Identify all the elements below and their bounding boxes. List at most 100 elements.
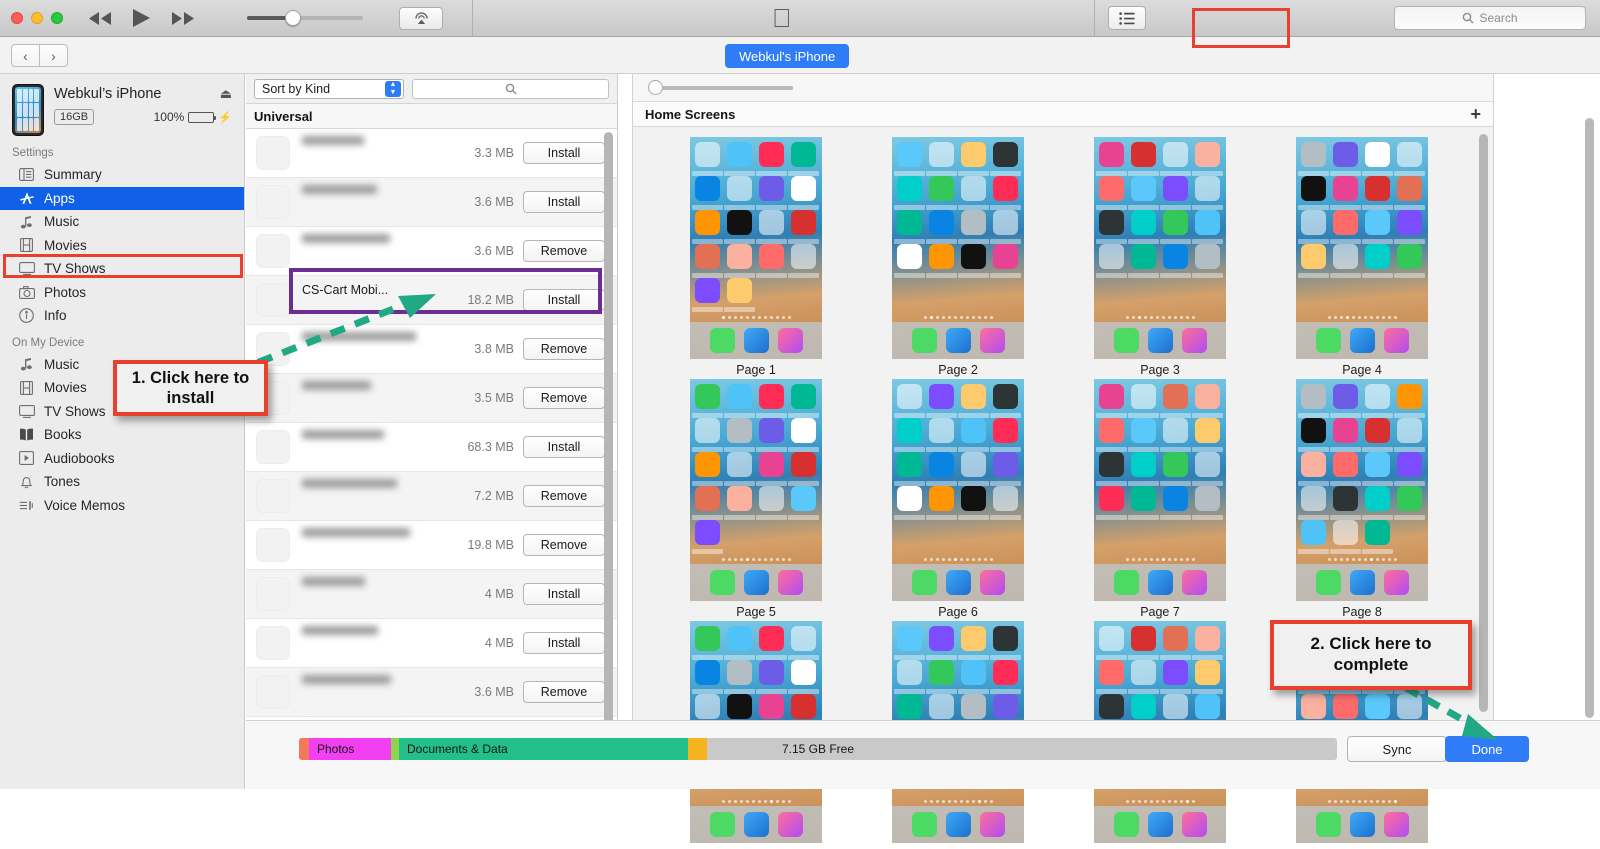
install-button[interactable]: Install [523,142,605,164]
dock-icon-music[interactable] [979,812,1005,837]
home-screen-app-icon[interactable] [1330,486,1361,520]
window-scrollbar[interactable] [1585,118,1594,718]
sidebar-item-photos[interactable]: Photos [0,281,244,305]
home-screen-app-icon[interactable] [894,452,925,486]
dock-icon-music[interactable] [979,328,1005,353]
home-screen-app-icon[interactable] [990,244,1021,278]
home-screen-app-icon[interactable] [958,452,989,486]
sidebar-item-voice-memos[interactable]: Voice Memos [0,494,244,518]
home-screen-app-icon[interactable] [1330,520,1361,554]
home-screen-app-icon[interactable] [1128,660,1159,694]
home-screen-page[interactable]: Page 3 [1059,137,1261,377]
home-screen-app-icon[interactable] [1298,452,1329,486]
home-screen-thumbnail[interactable] [892,379,1024,601]
home-screen-app-icon[interactable] [1160,384,1191,418]
home-screen-app-icon[interactable] [1362,384,1393,418]
home-screen-app-icon[interactable] [1192,418,1223,452]
home-screen-app-icon[interactable] [958,244,989,278]
fast-forward-icon[interactable] [171,11,195,26]
sidebar-item-tv-shows[interactable]: TV Shows [0,257,244,281]
home-screen-app-icon[interactable] [756,210,787,244]
list-view-icon[interactable] [1108,6,1146,30]
home-screen-app-icon[interactable] [692,176,723,210]
home-screen-app-icon[interactable] [692,660,723,694]
dock-icon-safari[interactable] [743,812,769,837]
home-screen-app-icon[interactable] [788,176,819,210]
airplay-icon[interactable] [399,6,443,30]
home-screen-app-icon[interactable] [926,384,957,418]
home-screen-app-icon[interactable] [1192,626,1223,660]
home-screen-app-icon[interactable] [1298,210,1329,244]
home-screen-app-icon[interactable] [1394,486,1425,520]
dock-icon-phone[interactable] [1113,812,1139,837]
home-screen-app-icon[interactable] [926,244,957,278]
home-screen-app-icon[interactable] [1096,626,1127,660]
home-screen-app-icon[interactable] [756,418,787,452]
home-screen-app-icon[interactable] [788,384,819,418]
home-screen-app-icon[interactable] [692,244,723,278]
dock-icon-music[interactable] [1383,570,1409,595]
home-screen-app-icon[interactable] [1128,486,1159,520]
sidebar-item-movies[interactable]: Movies [0,234,244,258]
table-row[interactable]: 4 MB Install [246,570,617,619]
home-screen-app-icon[interactable] [958,384,989,418]
home-screen-app-icon[interactable] [990,452,1021,486]
home-screen-app-icon[interactable] [894,660,925,694]
home-screen-app-icon[interactable] [724,626,755,660]
home-screen-app-icon[interactable] [692,278,723,312]
home-screen-app-icon[interactable] [756,452,787,486]
dock-icon-phone[interactable] [911,812,937,837]
home-screen-app-icon[interactable] [1330,452,1361,486]
home-screen-app-icon[interactable] [1128,384,1159,418]
home-screen-app-icon[interactable] [926,486,957,520]
home-screen-app-icon[interactable] [724,694,755,728]
home-screen-app-icon[interactable] [724,142,755,176]
home-screen-app-icon[interactable] [1192,384,1223,418]
thumbnail-zoom-slider[interactable] [648,79,793,95]
dock-icon-music[interactable] [777,328,803,353]
home-screen-app-icon[interactable] [1096,142,1127,176]
home-screen-app-icon[interactable] [1160,244,1191,278]
home-screen-app-icon[interactable] [692,210,723,244]
home-screen-app-icon[interactable] [756,660,787,694]
home-screen-app-icon[interactable] [724,418,755,452]
close-window-button[interactable] [11,12,23,24]
home-screen-app-icon[interactable] [1192,142,1223,176]
dock-icon-phone[interactable] [911,328,937,353]
dock-icon-safari[interactable] [1349,570,1375,595]
search-input[interactable]: Search [1394,6,1586,30]
home-screen-app-icon[interactable] [756,142,787,176]
home-screen-app-icon[interactable] [1096,660,1127,694]
home-screen-app-icon[interactable] [724,278,755,312]
home-screen-page[interactable]: Page 5 [655,379,857,619]
home-screen-app-icon[interactable] [894,694,925,728]
home-screen-app-icon[interactable] [1160,452,1191,486]
app-list-scrollbar[interactable] [604,132,613,762]
home-screen-app-icon[interactable] [1394,418,1425,452]
table-row[interactable]: 19.8 MB Remove [246,521,617,570]
home-screen-app-icon[interactable] [1298,142,1329,176]
home-screen-thumbnail[interactable] [1296,137,1428,359]
home-screen-app-icon[interactable] [788,486,819,520]
home-screen-app-icon[interactable] [1298,244,1329,278]
home-screen-app-icon[interactable] [958,210,989,244]
home-screen-app-icon[interactable] [788,694,819,728]
table-row[interactable]: 3.6 MB Remove [246,668,617,717]
home-screen-app-icon[interactable] [894,210,925,244]
home-screen-app-icon[interactable] [926,626,957,660]
maximize-window-button[interactable] [51,12,63,24]
home-screen-app-icon[interactable] [724,452,755,486]
volume-slider[interactable] [247,10,363,26]
sort-dropdown[interactable]: Sort by Kind ▲ ▼ [254,78,404,99]
home-screen-app-icon[interactable] [788,626,819,660]
home-screen-app-icon[interactable] [1298,176,1329,210]
home-screen-app-icon[interactable] [788,244,819,278]
home-screen-app-icon[interactable] [1128,176,1159,210]
home-screen-app-icon[interactable] [1160,486,1191,520]
home-screen-app-icon[interactable] [1330,694,1361,728]
home-screen-app-icon[interactable] [1096,210,1127,244]
table-row[interactable]: 3.3 MB Install [246,129,617,178]
home-screen-app-icon[interactable] [1298,694,1329,728]
dock-icon-music[interactable] [1181,328,1207,353]
install-button[interactable]: Install [523,436,605,458]
